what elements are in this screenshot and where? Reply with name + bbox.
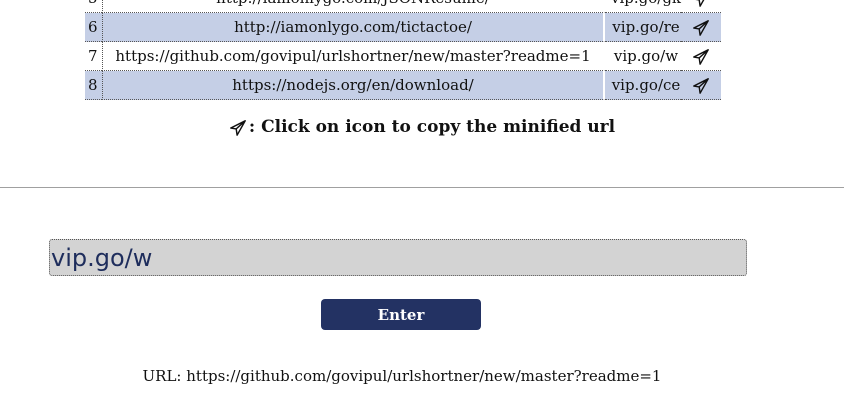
copy-hint-text: : Click on icon to copy the minified url — [248, 117, 616, 137]
copy-cell — [681, 71, 721, 100]
long-url-cell: http://iamonlygo.com/tictactoe/ — [102, 13, 605, 42]
row-number: 5 — [85, 0, 102, 13]
resolved-url-text: URL: https://github.com/govipul/urlshort… — [142, 367, 662, 385]
long-url-cell: http://iamonlygo.com/JSONResume/ — [102, 0, 605, 13]
enter-button[interactable]: Enter — [321, 299, 481, 330]
row-number: 6 — [85, 13, 102, 42]
table-row: 6 http://iamonlygo.com/tictactoe/ vip.go… — [85, 13, 721, 42]
short-url-cell: vip.go/re — [605, 13, 681, 42]
copy-cell — [681, 0, 721, 13]
url-table: 5 http://iamonlygo.com/JSONResume/ vip.g… — [85, 0, 721, 100]
table-row: 8 https://nodejs.org/en/download/ vip.go… — [85, 71, 721, 100]
paper-plane-icon[interactable] — [692, 19, 710, 37]
divider — [0, 187, 844, 188]
row-number: 8 — [85, 71, 102, 100]
short-url-cell: vip.go/w — [605, 42, 681, 71]
paper-plane-icon — [229, 119, 247, 137]
paper-plane-icon[interactable] — [692, 0, 710, 8]
paper-plane-icon[interactable] — [692, 77, 710, 95]
copy-hint: : Click on icon to copy the minified url — [0, 117, 844, 137]
copy-cell — [681, 42, 721, 71]
short-url-cell: vip.go/ce — [605, 71, 681, 100]
table-row: 5 http://iamonlygo.com/JSONResume/ vip.g… — [85, 0, 721, 13]
copy-cell — [681, 13, 721, 42]
short-url-cell: vip.go/gk — [605, 0, 681, 13]
table-row: 7 https://github.com/govipul/urlshortner… — [85, 42, 721, 71]
short-url-input-value: vip.go/w — [51, 244, 153, 272]
long-url-cell: https://nodejs.org/en/download/ — [102, 71, 605, 100]
paper-plane-icon[interactable] — [692, 48, 710, 66]
row-number: 7 — [85, 42, 102, 71]
long-url-cell: https://github.com/govipul/urlshortner/n… — [102, 42, 605, 71]
short-url-input[interactable]: vip.go/w — [49, 239, 747, 276]
